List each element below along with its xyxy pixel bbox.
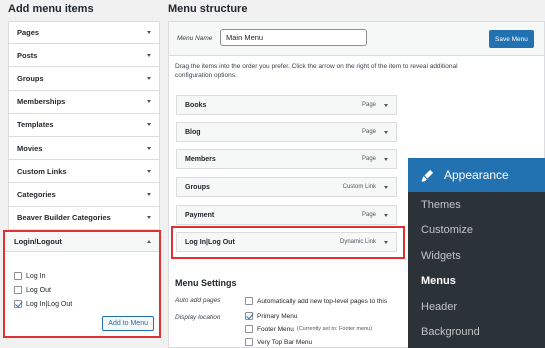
- flyout-item-header[interactable]: Header: [408, 294, 545, 320]
- location-primary-menu[interactable]: Primary Menu: [245, 312, 297, 320]
- caret-down-icon: [147, 123, 151, 127]
- caret-down-icon[interactable]: [384, 157, 388, 161]
- accordion-label: Pages: [17, 28, 40, 38]
- checkbox[interactable]: [245, 338, 253, 346]
- checkbox[interactable]: [245, 325, 253, 333]
- save-menu-button[interactable]: Save Menu: [489, 30, 534, 48]
- menu-structure-heading: Menu structure: [168, 3, 248, 15]
- menu-item-groups[interactable]: Groups Custom Link: [176, 177, 397, 197]
- accordion-login-logout[interactable]: Login/Logout: [5, 232, 159, 252]
- accordion-label: Templates: [17, 120, 54, 130]
- flyout-item-widgets[interactable]: Widgets: [408, 243, 545, 269]
- caret-down-icon: [147, 216, 151, 220]
- accordion-categories[interactable]: Categories: [8, 183, 160, 207]
- flyout-item-themes[interactable]: Themes: [408, 192, 545, 218]
- checkbox-checked[interactable]: [245, 312, 253, 320]
- accordion-posts[interactable]: Posts: [8, 44, 160, 68]
- option-note: (Currently set to: Footer menu): [296, 326, 373, 332]
- caret-down-icon[interactable]: [384, 130, 388, 134]
- menu-item-type: Custom Link: [342, 184, 376, 190]
- accordion-groups[interactable]: Groups: [8, 67, 160, 91]
- checkbox-label: Log In: [26, 272, 46, 280]
- appearance-flyout: Appearance Themes Customize Widgets Menu…: [408, 158, 545, 348]
- checkbox[interactable]: [14, 272, 22, 280]
- accordion-label: Login/Logout: [14, 237, 62, 246]
- caret-down-icon: [147, 76, 151, 80]
- menu-item-payment[interactable]: Payment Page: [176, 205, 397, 225]
- menu-item-books[interactable]: Books Page: [176, 95, 397, 115]
- option-label: Footer Menu: [257, 325, 294, 333]
- paintbrush-icon: [421, 169, 434, 182]
- accordion-pages[interactable]: Pages: [8, 21, 160, 45]
- accordion-memberships[interactable]: Memberships: [8, 90, 160, 114]
- checkbox-checked[interactable]: [14, 300, 22, 308]
- accordion-beaver-builder-categories[interactable]: Beaver Builder Categories: [8, 206, 160, 230]
- menu-item-blog[interactable]: Blog Page: [176, 122, 397, 142]
- drag-instructions: Drag the items into the order you prefer…: [175, 63, 458, 79]
- caret-down-icon[interactable]: [384, 185, 388, 189]
- appearance-title: Appearance: [444, 168, 509, 182]
- accordion-label: Movies: [17, 143, 43, 153]
- menu-item-type: Page: [361, 212, 376, 218]
- flyout-item-customize[interactable]: Customize: [408, 218, 545, 244]
- caret-down-icon[interactable]: [384, 213, 388, 217]
- accordion-label: Custom Links: [17, 166, 67, 176]
- option-label: Very Top Bar Menu: [257, 338, 313, 346]
- auto-add-option[interactable]: Automatically add new top-level pages to…: [245, 297, 387, 305]
- menu-item-type: Page: [361, 129, 376, 135]
- highlight-box: [171, 226, 405, 259]
- flyout-item-background[interactable]: Background: [408, 320, 545, 346]
- menu-item-title: Groups: [185, 183, 210, 191]
- add-menu-items-accordion: Pages Posts Groups Memberships Templates…: [8, 21, 160, 230]
- auto-add-label: Auto add pages: [175, 297, 221, 304]
- checkbox-label: Log Out: [26, 286, 51, 294]
- checkbox[interactable]: [14, 286, 22, 294]
- menu-item-type: Page: [361, 102, 376, 108]
- caret-down-icon: [147, 53, 151, 57]
- add-menu-items-heading: Add menu items: [8, 3, 94, 15]
- accordion-templates[interactable]: Templates: [8, 113, 160, 137]
- login-item-log-in-log-out[interactable]: Log In|Log Out: [14, 300, 72, 308]
- caret-down-icon: [147, 192, 151, 196]
- menu-item-members[interactable]: Members Page: [176, 149, 397, 169]
- checkbox-label: Log In|Log Out: [26, 300, 73, 308]
- menu-item-title: Blog: [185, 128, 201, 136]
- location-very-top-bar-menu[interactable]: Very Top Bar Menu: [245, 338, 312, 346]
- menu-name-label: Menu Name: [177, 35, 213, 42]
- caret-down-icon: [147, 146, 151, 150]
- menu-header: Menu Name Main Menu Save Menu: [169, 22, 544, 56]
- appearance-menu-head[interactable]: Appearance: [408, 158, 545, 192]
- accordion-label: Posts: [17, 50, 38, 60]
- menu-settings-title: Menu Settings: [175, 278, 237, 288]
- option-label: Automatically add new top-level pages to…: [257, 297, 388, 305]
- flyout-item-menus[interactable]: Menus: [408, 269, 545, 295]
- menu-item-title: Payment: [185, 211, 215, 219]
- accordion-label: Categories: [17, 189, 56, 199]
- menu-item-title: Books: [185, 101, 207, 109]
- location-footer-menu[interactable]: Footer Menu (Currently set to: Footer me…: [245, 325, 372, 333]
- caret-down-icon: [147, 100, 151, 104]
- login-logout-panel: Login/Logout Log In Log Out Log In|Log O…: [3, 230, 161, 338]
- menu-item-type: Page: [361, 156, 376, 162]
- accordion-label: Beaver Builder Categories: [17, 213, 111, 223]
- accordion-custom-links[interactable]: Custom Links: [8, 160, 160, 184]
- login-item-log-in[interactable]: Log In: [14, 272, 45, 280]
- caret-up-icon: [147, 240, 151, 243]
- menu-name-input[interactable]: Main Menu: [220, 29, 367, 46]
- display-location-label: Display location: [175, 314, 221, 321]
- login-item-log-out[interactable]: Log Out: [14, 286, 51, 294]
- caret-down-icon: [147, 169, 151, 173]
- checkbox[interactable]: [245, 297, 253, 305]
- menu-item-title: Members: [185, 155, 216, 163]
- caret-down-icon[interactable]: [384, 103, 388, 107]
- accordion-label: Memberships: [17, 97, 66, 107]
- option-label: Primary Menu: [257, 312, 298, 320]
- caret-down-icon: [147, 31, 151, 35]
- add-to-menu-button[interactable]: Add to Menu: [102, 316, 154, 331]
- accordion-movies[interactable]: Movies: [8, 136, 160, 161]
- accordion-label: Groups: [17, 73, 44, 83]
